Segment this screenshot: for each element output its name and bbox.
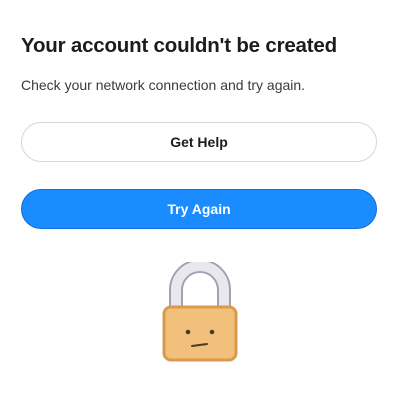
page-title: Your account couldn't be created: [21, 34, 337, 57]
get-help-button-label: Get Help: [170, 134, 228, 150]
error-screen: Your account couldn't be created Check y…: [0, 0, 400, 400]
error-message: Check your network connection and try ag…: [21, 77, 306, 93]
try-again-button[interactable]: Try Again: [21, 189, 377, 229]
get-help-button[interactable]: Get Help: [21, 122, 377, 162]
sad-lock-icon: [158, 259, 242, 366]
try-again-button-label: Try Again: [167, 201, 231, 217]
